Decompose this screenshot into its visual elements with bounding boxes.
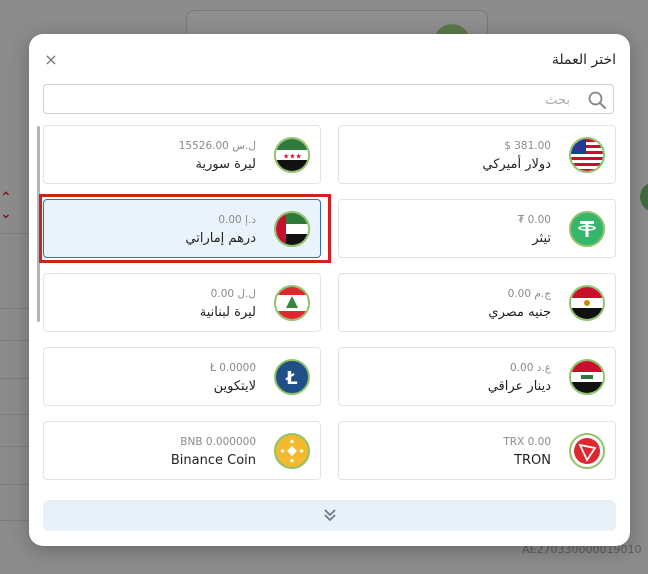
binance-icon <box>274 433 310 469</box>
modal-title: اختر العملة <box>551 52 616 68</box>
currency-name: لايتكوين <box>213 379 256 394</box>
egypt-flag-icon <box>569 285 605 321</box>
currency-card[interactable]: Ł Ł 0.0000 لايتكوين <box>43 347 321 406</box>
currency-rate: 0.00 د.إ <box>218 214 256 226</box>
background-flag-icon <box>640 182 648 212</box>
currency-name: تيثر <box>532 231 551 246</box>
syria-flag-icon: ★★★ <box>274 137 310 173</box>
currency-name: درهم إماراتي <box>185 231 256 246</box>
currency-rate: 15526.00 ل.س <box>178 140 256 152</box>
scrollbar[interactable] <box>37 126 40 322</box>
currency-rate: 0.00 ع.د <box>510 362 551 374</box>
svg-text:★★★: ★★★ <box>283 153 302 161</box>
litecoin-icon: Ł <box>274 359 310 395</box>
lebanon-flag-icon <box>274 285 310 321</box>
chevrons-down-icon <box>324 509 336 522</box>
currency-name: دينار عراقي <box>487 379 551 394</box>
currency-rate: Ł 0.0000 <box>210 362 256 374</box>
load-more-button[interactable] <box>43 500 616 531</box>
currency-rate: TRX 0.00 <box>503 436 551 448</box>
currency-card[interactable]: BNB 0.000000 Binance Coin <box>43 421 321 480</box>
currency-rate: $ 381.00 <box>504 140 551 152</box>
currency-card-selected[interactable]: 0.00 د.إ درهم إماراتي <box>43 199 321 258</box>
close-icon[interactable]: × <box>43 52 59 68</box>
currency-card[interactable]: 0.00 ج.م جنيه مصري <box>338 273 616 332</box>
tron-icon <box>569 433 605 469</box>
currency-rate: 0.00 ج.م <box>507 288 551 300</box>
currency-card[interactable]: 0.00 ع.د دينار عراقي <box>338 347 616 406</box>
currency-name: جنيه مصري <box>488 305 551 320</box>
usa-flag-icon <box>569 137 605 173</box>
currency-name: Binance Coin <box>170 453 256 468</box>
currency-card[interactable]: TRX 0.00 TRON <box>338 421 616 480</box>
tether-icon <box>569 211 605 247</box>
currency-card[interactable]: ₮ 0.00 تيثر <box>338 199 616 258</box>
currency-rate: ₮ 0.00 <box>517 214 551 226</box>
currency-rate: 0.00 ل.ل <box>210 288 256 300</box>
currency-name: دولار أميركي <box>482 157 551 172</box>
search-field[interactable] <box>43 84 614 114</box>
svg-text:Ł: Ł <box>285 368 298 389</box>
iraq-flag-icon <box>569 359 605 395</box>
search-input[interactable] <box>48 88 572 112</box>
currency-name: TRON <box>514 453 551 468</box>
currency-rate: BNB 0.000000 <box>180 436 256 448</box>
search-icon <box>588 91 606 109</box>
uae-flag-icon <box>274 211 310 247</box>
currency-name: ليرة سورية <box>195 157 256 172</box>
currency-card[interactable]: ★★★ 15526.00 ل.س ليرة سورية <box>43 125 321 184</box>
swap-arrows-icon: ⌃ ⌄ <box>0 190 12 222</box>
currency-picker-modal: اختر العملة × $ 381.00 دولار أميركي <box>29 34 630 546</box>
currency-card[interactable]: 0.00 ل.ل ليرة لبنانية <box>43 273 321 332</box>
currency-card[interactable]: $ 381.00 دولار أميركي <box>338 125 616 184</box>
currency-name: ليرة لبنانية <box>199 305 256 320</box>
